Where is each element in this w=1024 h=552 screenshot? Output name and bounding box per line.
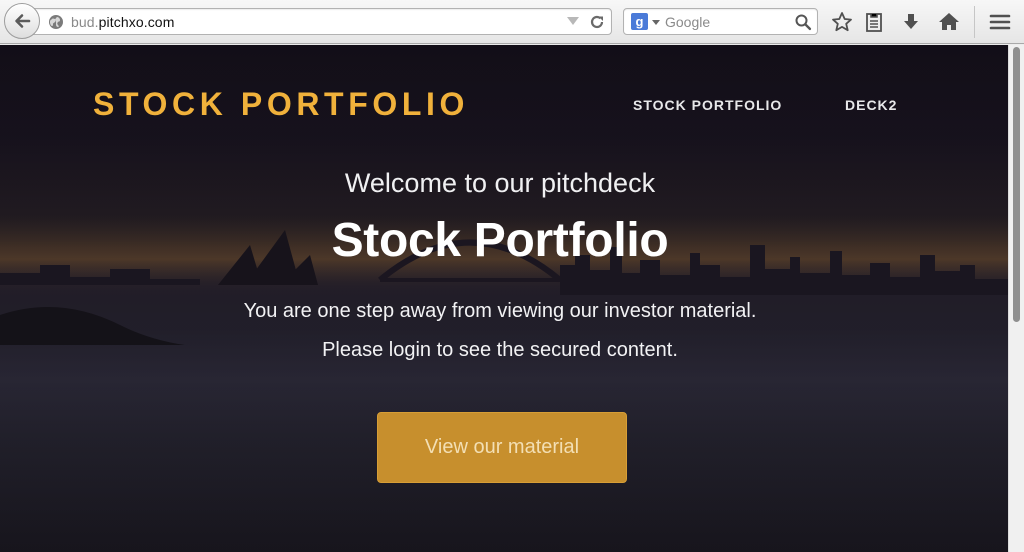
menu-icon[interactable] <box>988 10 1012 34</box>
search-input[interactable]: Google <box>665 14 710 30</box>
globe-icon <box>49 15 63 29</box>
hero-description-line1: You are one step away from viewing our i… <box>243 300 757 322</box>
browser-toolbar: bud.pitchxo.com g Google <box>0 0 1024 44</box>
nav-item-stock-portfolio[interactable]: STOCK PORTFOLIO <box>633 97 782 113</box>
back-arrow-icon <box>15 14 31 28</box>
reading-list-icon[interactable] <box>862 10 886 34</box>
google-logo-icon[interactable]: g <box>631 13 648 30</box>
url-text[interactable]: bud.pitchxo.com <box>71 14 174 30</box>
reload-icon[interactable] <box>588 13 606 31</box>
hero-welcome-text: Welcome to our pitchdeck <box>344 168 656 198</box>
site-logo[interactable]: STOCK PORTFOLIO <box>93 86 469 123</box>
search-bar[interactable]: g Google <box>623 8 818 35</box>
page-scrollbar[interactable] <box>1008 45 1024 552</box>
back-button[interactable] <box>4 3 40 39</box>
url-host: pitchxo.com <box>98 14 175 30</box>
download-icon[interactable] <box>899 10 923 34</box>
dropdown-arrow-icon[interactable] <box>567 17 579 25</box>
address-bar[interactable]: bud.pitchxo.com <box>30 8 612 35</box>
home-icon[interactable] <box>937 10 961 34</box>
search-icon[interactable] <box>794 13 812 31</box>
view-material-button[interactable]: View our material <box>377 412 627 483</box>
hero-section: STOCK PORTFOLIO STOCK PORTFOLIO DECK2 We… <box>0 45 1008 552</box>
hero-title: Stock Portfolio <box>331 214 669 267</box>
hero-description-line2: Please login to see the secured content. <box>322 339 678 361</box>
bookmark-star-icon[interactable] <box>830 10 854 34</box>
url-subdomain: bud. <box>71 14 99 30</box>
scrollbar-thumb[interactable] <box>1013 47 1020 322</box>
search-engine-dropdown-icon[interactable] <box>652 20 660 25</box>
nav-item-deck2[interactable]: DECK2 <box>845 97 897 113</box>
toolbar-separator <box>974 6 975 38</box>
